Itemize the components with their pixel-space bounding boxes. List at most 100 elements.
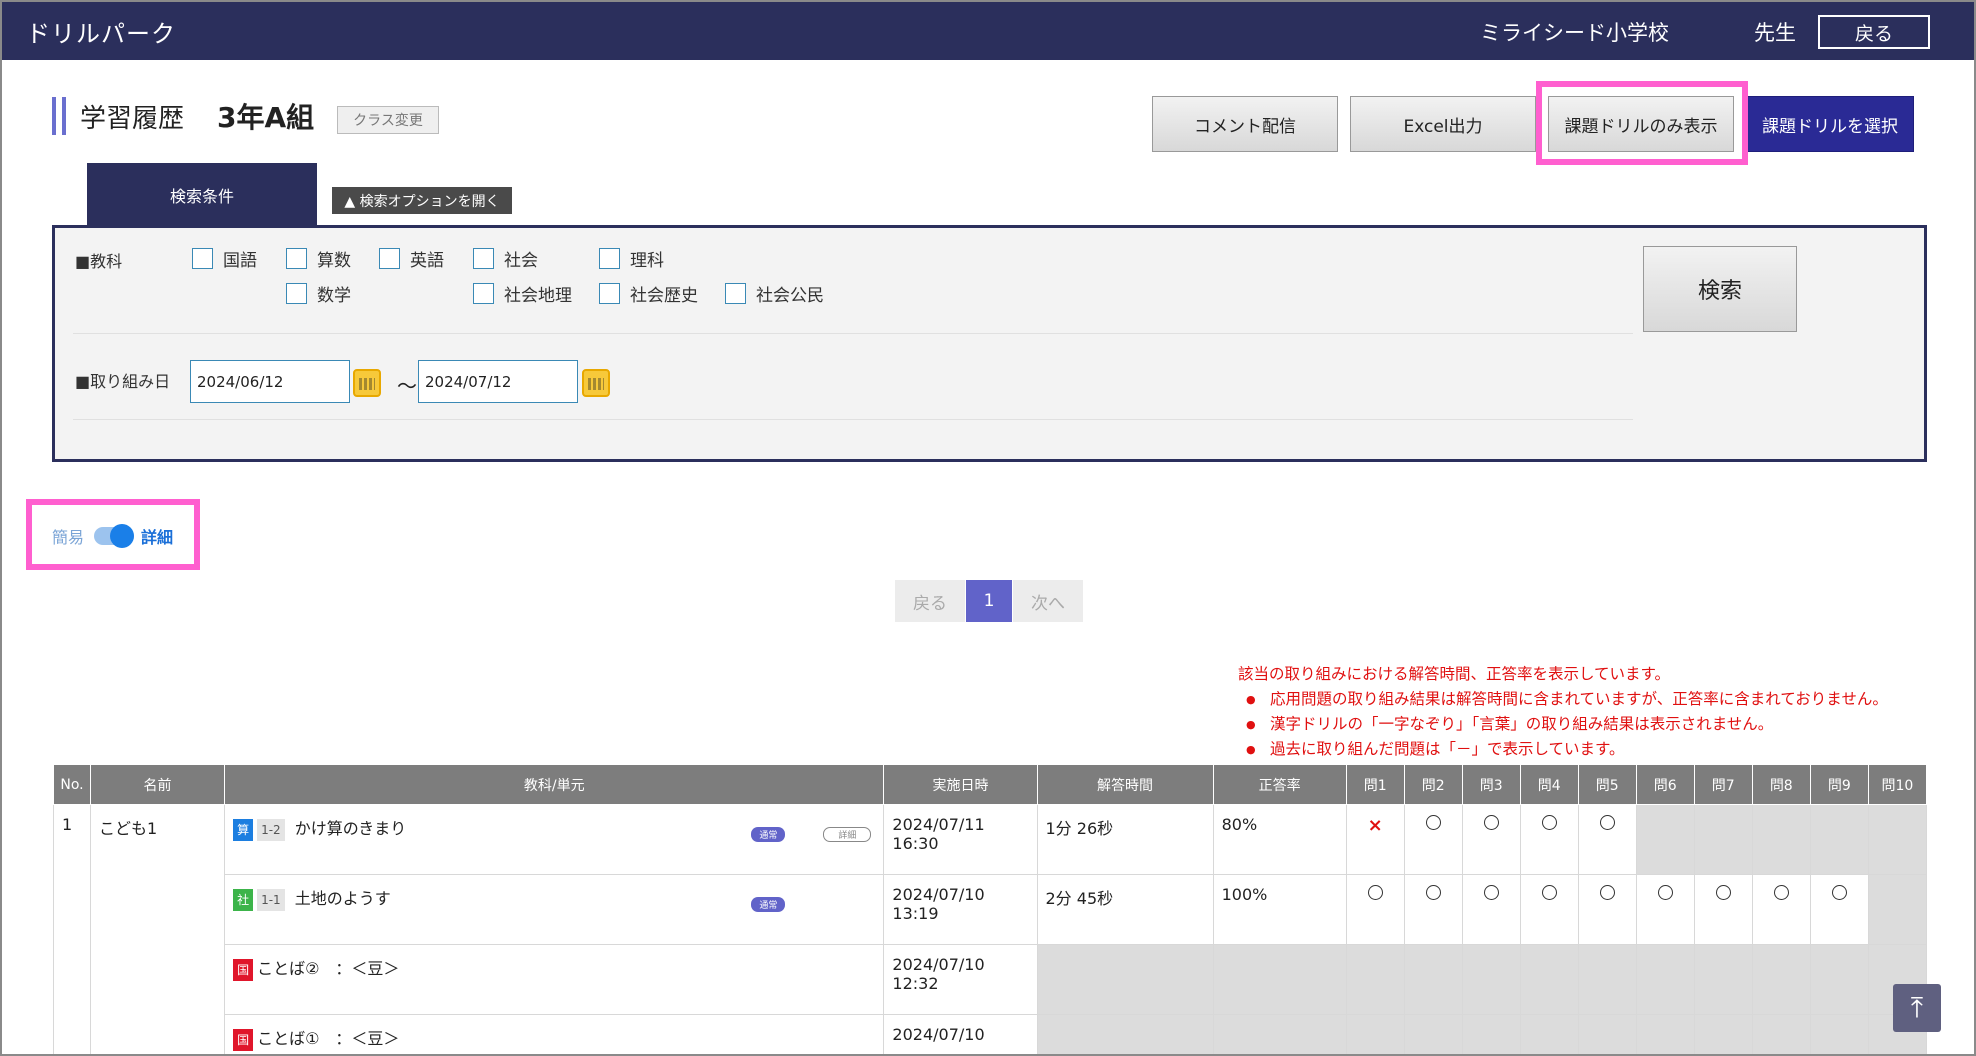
circle-icon [1773, 885, 1789, 900]
col-header: 問8 [1751, 764, 1811, 805]
class-name: 3年A組 [217, 101, 315, 134]
empty-cell [1693, 804, 1753, 875]
date-cell: 2024/07/10 13:19 [883, 874, 1038, 945]
answer-mark [1519, 874, 1579, 945]
toggle-detail-label[interactable]: 詳細 [141, 524, 173, 548]
empty-cell [1635, 804, 1695, 875]
checkbox-eigo[interactable]: 英語 [379, 246, 444, 271]
answer-mark [1519, 804, 1579, 875]
title-accent [52, 97, 56, 135]
calendar-icon[interactable] [582, 369, 610, 397]
date-from-input[interactable] [190, 360, 350, 403]
empty-cell [1867, 804, 1928, 875]
col-header: No. [52, 764, 92, 805]
answer-mark [1577, 804, 1637, 875]
tab-search-conditions[interactable]: 検索条件 [87, 163, 317, 225]
comment-send-button[interactable]: コメント配信 [1152, 96, 1338, 152]
col-header: 実施日時 [883, 764, 1038, 805]
empty-cell [1751, 804, 1811, 875]
date-to-input[interactable] [418, 360, 578, 403]
note-item: 漢字ドリルの「一字なぞり」「言葉」の取り組み結果は表示されません。 [1238, 712, 1888, 737]
rate-cell: 100% [1212, 874, 1347, 945]
checkbox-box[interactable] [379, 248, 400, 269]
subject-unit-cell[interactable]: 国ことば① ：＜豆＞ [224, 1014, 885, 1054]
checkbox-box[interactable] [599, 248, 620, 269]
circle-with-character-icon [1541, 815, 1557, 830]
answer-mark: × [1345, 804, 1405, 875]
col-header: 問2 [1403, 764, 1463, 805]
toggle-simple-label[interactable]: 簡易 [52, 524, 84, 548]
app-frame: ドリルパーク ミライシード小学校 先生 戻る 学習履歴 3年A組 クラス変更 コ… [0, 0, 1976, 1056]
open-search-options-button[interactable]: ▲ 検索オプションを開く [332, 187, 512, 214]
empty-cell [1577, 944, 1637, 1015]
checkbox-shakai[interactable]: 社会 [473, 246, 538, 271]
empty-cell [1345, 1014, 1405, 1054]
checkbox-box[interactable] [286, 283, 307, 304]
checkbox-sugaku[interactable]: 数学 [286, 281, 351, 306]
notes: 該当の取り組みにおける解答時間、正答率を表示しています。 応用問題の取り組み結果… [1238, 662, 1888, 762]
checkbox-box[interactable] [473, 248, 494, 269]
col-header: 問4 [1519, 764, 1579, 805]
note-item: 応用問題の取り組み結果は解答時間に含まれていますが、正答率に含まれておりません。 [1238, 687, 1888, 712]
mode-tag: 通常 [751, 827, 786, 842]
calendar-icon[interactable] [353, 369, 381, 397]
answer-mark [1403, 804, 1463, 875]
subject-unit-cell[interactable]: 算 1-2 かけ算のきまり 通常 詳細 [224, 804, 885, 875]
history-table: No. 名前 教科/単元 実施日時 解答時間 正答率 問1 問2 問3 問4 問… [52, 764, 1928, 1054]
select-kadai-button[interactable]: 課題ドリルを選択 [1746, 96, 1914, 152]
circle-icon [1425, 815, 1441, 830]
answer-mark [1461, 874, 1521, 945]
subject-badge: 算 [233, 818, 254, 841]
table-row: 1 こども1 算 1-2 かけ算のきまり 通常 詳細 2024/07/11 16:30… [52, 804, 1928, 1054]
detail-tag[interactable]: 詳細 [823, 827, 872, 842]
checkbox-box[interactable] [599, 283, 620, 304]
empty-cell [1461, 944, 1521, 1015]
empty-cell [1212, 1014, 1347, 1054]
circle-icon [1483, 885, 1499, 900]
checkbox-box[interactable] [192, 248, 213, 269]
checkbox-box[interactable] [473, 283, 494, 304]
checkbox-sansu[interactable]: 算数 [286, 246, 351, 271]
empty-cell [1403, 1014, 1463, 1054]
checkbox-kokugo[interactable]: 国語 [192, 246, 257, 271]
unit-number: 1-1 [257, 888, 285, 911]
checkbox-box[interactable] [725, 283, 746, 304]
date-range-separator: ～ [397, 374, 417, 398]
subject-unit-cell[interactable]: 国ことば② ：＜豆＞ [224, 944, 885, 1015]
subject-label: ■教科 [75, 252, 123, 271]
answer-mark [1693, 874, 1753, 945]
answer-mark [1635, 874, 1695, 945]
pager-page-1[interactable]: 1 [966, 580, 1012, 622]
pager-next-button[interactable]: 次へ [1013, 580, 1083, 622]
subject-unit-cell[interactable]: 社 1-1 土地のようす 通常 [224, 874, 885, 945]
pager-prev-button[interactable]: 戻る [895, 580, 965, 622]
date-cell: 2024/07/11 16:30 [883, 804, 1038, 875]
col-header: 正答率 [1212, 764, 1347, 805]
search-button[interactable]: 検索 [1643, 246, 1797, 332]
date-cell: 2024/07/10 12:32 [883, 944, 1038, 1015]
table-header-row: No. 名前 教科/単元 実施日時 解答時間 正答率 問1 問2 問3 問4 問… [52, 764, 1928, 805]
toggle-knob[interactable] [110, 524, 134, 548]
table-row: 国ことば① ：＜豆＞ 2024/07/10 [54, 1014, 1928, 1054]
col-header: 問9 [1809, 764, 1869, 805]
checkbox-shakai-komin[interactable]: 社会公民 [725, 281, 824, 306]
checkbox-shakai-chiri[interactable]: 社会地理 [473, 281, 572, 306]
checkbox-shakai-rekishi[interactable]: 社会歴史 [599, 281, 698, 306]
date-label: ■取り組み日 [75, 372, 171, 391]
rate-cell: 80% [1212, 804, 1347, 875]
circle-icon [1483, 815, 1499, 830]
circle-icon [1541, 885, 1557, 900]
empty-cell [1867, 874, 1928, 945]
unit-title: ことば② ：＜豆＞ [257, 959, 400, 978]
table-row: 社 1-1 土地のようす 通常 2024/07/10 13:19 2分 45秒 100… [54, 874, 1928, 945]
col-header: 問5 [1577, 764, 1637, 805]
class-change-button[interactable]: クラス変更 [337, 106, 439, 134]
back-button[interactable]: 戻る [1818, 15, 1930, 49]
empty-cell [1809, 944, 1869, 1015]
checkbox-rika[interactable]: 理科 [599, 246, 664, 271]
scroll-to-top-button[interactable]: ⤒ [1893, 984, 1941, 1032]
answer-mark [1403, 874, 1463, 945]
checkbox-box[interactable] [286, 248, 307, 269]
kadai-only-button[interactable]: 課題ドリルのみ表示 [1548, 96, 1734, 152]
excel-export-button[interactable]: Excel出力 [1350, 96, 1536, 152]
